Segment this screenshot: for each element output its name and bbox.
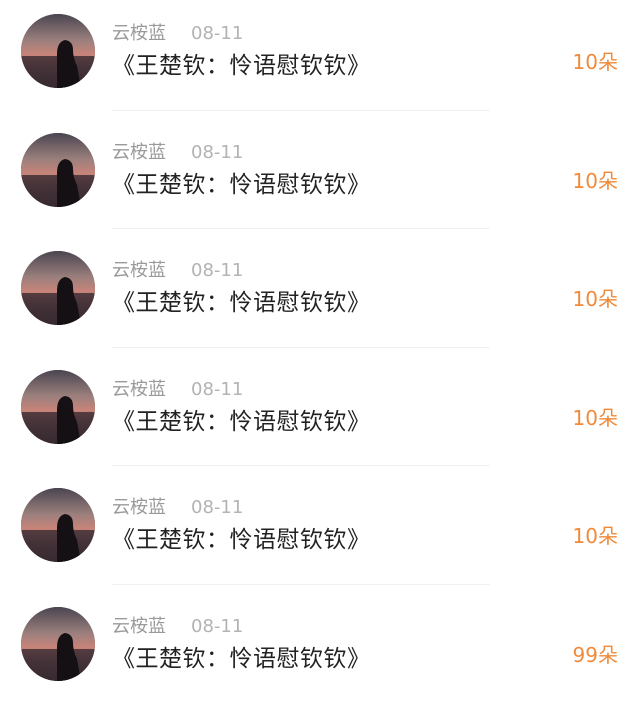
username[interactable]: 云桉蓝 xyxy=(112,378,166,402)
comment-title: 《王楚钦：怜语慰钦钦》 xyxy=(112,408,371,435)
gift-count: 10朵 xyxy=(572,405,618,430)
comment-title: 《王楚钦：怜语慰钦钦》 xyxy=(112,645,371,672)
comment-date: 08-11 xyxy=(191,378,244,400)
username[interactable]: 云桉蓝 xyxy=(112,496,166,520)
list-item[interactable]: 云桉蓝 08-11 《王楚钦：怜语慰钦钦》 99朵 xyxy=(0,593,640,712)
gift-count: 10朵 xyxy=(572,524,618,549)
comment-title: 《王楚钦：怜语慰钦钦》 xyxy=(112,290,371,317)
divider xyxy=(112,346,490,348)
avatar-icon[interactable] xyxy=(21,606,95,681)
divider xyxy=(112,583,490,585)
avatar-icon[interactable] xyxy=(21,132,95,207)
comment-title: 《王楚钦：怜语慰钦钦》 xyxy=(112,171,371,198)
comment-date: 08-11 xyxy=(191,497,244,519)
list-item[interactable]: 云桉蓝 08-11 《王楚钦：怜语慰钦钦》 10朵 xyxy=(0,119,640,238)
username[interactable]: 云桉蓝 xyxy=(112,259,166,283)
avatar-icon[interactable] xyxy=(21,14,95,88)
avatar-icon[interactable] xyxy=(21,251,95,326)
gift-count: 10朵 xyxy=(572,287,618,312)
gift-count: 10朵 xyxy=(572,168,618,193)
comment-date: 08-11 xyxy=(191,260,244,282)
comment-date: 08-11 xyxy=(191,141,244,163)
list-item[interactable]: 云桉蓝 08-11 《王楚钦：怜语慰钦钦》 10朵 xyxy=(0,237,640,356)
avatar-icon[interactable] xyxy=(21,369,95,444)
username[interactable]: 云桉蓝 xyxy=(112,615,166,639)
list-item[interactable]: 云桉蓝 08-11 《王楚钦：怜语慰钦钦》 10朵 xyxy=(0,356,640,475)
comment-date: 08-11 xyxy=(191,615,244,637)
gift-count: 10朵 xyxy=(572,50,618,74)
comment-title: 《王楚钦：怜语慰钦钦》 xyxy=(112,53,371,79)
divider xyxy=(112,465,490,467)
gift-count: 99朵 xyxy=(572,642,618,667)
divider xyxy=(112,109,490,111)
divider xyxy=(112,228,490,230)
comment-title: 《王楚钦：怜语慰钦钦》 xyxy=(112,527,371,554)
list-item[interactable]: 云桉蓝 08-11 《王楚钦：怜语慰钦钦》 10朵 xyxy=(0,474,640,593)
gift-list: 云桉蓝 08-11 《王楚钦：怜语慰钦钦》 10朵 云桉蓝 08-11 《王楚钦… xyxy=(0,0,640,712)
username[interactable]: 云桉蓝 xyxy=(112,141,166,165)
avatar-icon[interactable] xyxy=(21,488,95,563)
username[interactable]: 云桉蓝 xyxy=(112,22,166,46)
list-item[interactable]: 云桉蓝 08-11 《王楚钦：怜语慰钦钦》 10朵 xyxy=(0,0,640,119)
comment-date: 08-11 xyxy=(191,23,244,44)
